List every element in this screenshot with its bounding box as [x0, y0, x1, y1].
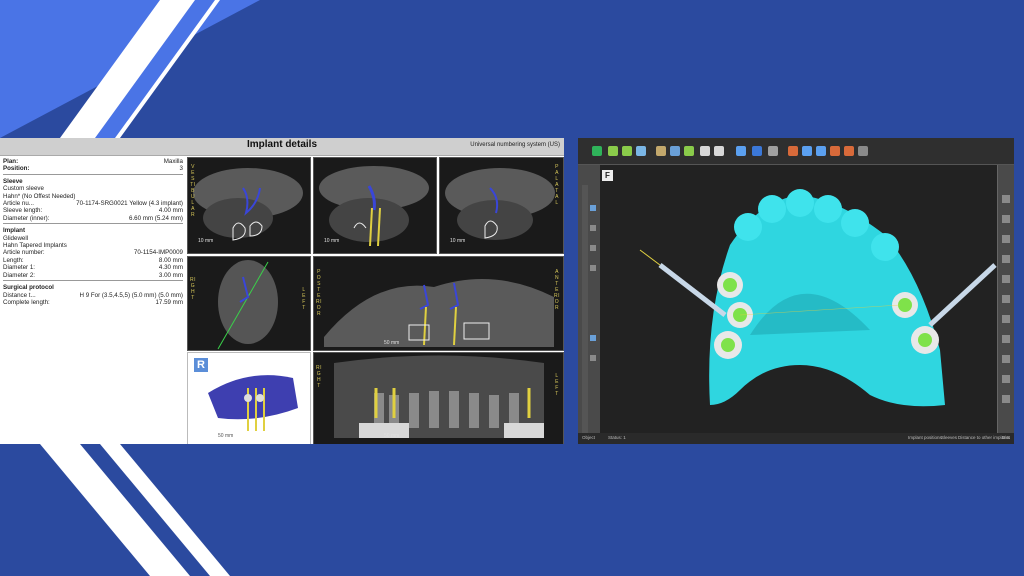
guide-tool-icon[interactable] — [684, 146, 694, 156]
status-count: Status: 1 — [608, 435, 626, 440]
ct-view-panoramic[interactable]: RIGHT LEFT 50 mm — [313, 352, 564, 444]
sleeve-heading: Sleeve — [3, 177, 23, 185]
teeth-tool-icon[interactable] — [608, 146, 618, 156]
toolbar — [578, 138, 1014, 165]
status-implant-positions[interactable]: Implant positions — [908, 435, 942, 440]
protocol-complete-row: Complete length: 17.59 mm — [3, 298, 183, 306]
divider — [3, 223, 183, 225]
ct-view-grid: VESTIBULAR 10 mm 10 mm PALATAL 10 mm RIG… — [187, 157, 564, 444]
plan-row: Plan: Maxilla — [3, 158, 183, 165]
label-right: RIGHT — [190, 277, 196, 301]
scale-label: 10 mm — [450, 238, 466, 244]
implant-manufacturer: Glidewell — [3, 234, 29, 242]
implant-details-window: Implant details Universal numbering syst… — [0, 138, 564, 444]
status-bar: Object Status: 1 Implant positions Sleev… — [578, 433, 1014, 444]
status-dist[interactable]: Dist — [1002, 435, 1010, 440]
side-toolbar-right — [997, 165, 1014, 444]
export-tool-icon[interactable] — [700, 146, 710, 156]
ct-view-right-left[interactable]: RIGHT LEFT — [187, 256, 311, 351]
undo-icon[interactable] — [844, 146, 854, 156]
3d-planning-window: F Object Status: 1 Implant positions Sle… — [578, 138, 1014, 444]
3d-viewport[interactable] — [600, 165, 998, 433]
panoramic-image — [334, 355, 544, 438]
right-tool-icons — [1002, 195, 1010, 403]
implant-length-row: Length: 8.00 mm — [3, 256, 183, 264]
ct-view-3d-render[interactable]: R 50 mm — [187, 352, 311, 444]
label-vestibular: VESTIBULAR — [190, 164, 196, 218]
angle-tool-icon[interactable] — [802, 146, 812, 156]
rotate-tool-icon[interactable] — [830, 146, 840, 156]
protocol-distance-row: Distance t... H 9 For (3.5,4.5,5) (5.0 mm… — [3, 291, 183, 299]
scale-label: 10 mm — [198, 238, 214, 244]
label-anterior: ANTERIOR — [554, 269, 560, 311]
teeth-tool-icon[interactable] — [622, 146, 632, 156]
view-tool-icon[interactable] — [816, 146, 826, 156]
divider — [3, 173, 183, 175]
maxilla-3d-model — [600, 165, 998, 433]
ct-view-palatal[interactable]: PALATAL 10 mm — [439, 157, 564, 254]
sleeve-diameter-row: Diameter (inner): 6.60 mm (5.24 mm) — [3, 214, 183, 222]
scale-label: 50 mm — [384, 433, 400, 439]
label-left: LEFT — [302, 287, 306, 311]
play-icon[interactable] — [592, 146, 602, 156]
label-right-pano: RIGHT — [316, 365, 322, 389]
sleeve-length-row: Sleeve length: 4.00 mm — [3, 207, 183, 215]
ct-view-posterior-anterior[interactable]: POSTERIOR ANTERIOR 50 mm — [313, 256, 564, 351]
print-tool-icon[interactable] — [714, 146, 724, 156]
implant-article-row: Article number: 70-1154-IMP0009 — [3, 249, 183, 257]
label-posterior: POSTERIOR — [316, 269, 322, 317]
sleeve-article-row: Article nu... 70-1174-SRG0021 Yellow (4.3… — [3, 200, 183, 208]
side-toolbar-left — [578, 165, 601, 444]
sleeve-brand: Hahn* (No Offest Needed) — [3, 192, 76, 200]
numbering-system-label: Universal numbering system (US) — [470, 142, 560, 148]
status-object: Object — [582, 435, 596, 440]
protocol-heading: Surgical protocol — [3, 284, 54, 292]
scale-label: 50 mm — [384, 340, 400, 346]
ct-view-center[interactable]: 10 mm — [313, 157, 437, 254]
sleeve-type: Custom sleeve — [3, 185, 44, 193]
status-sleeves[interactable]: Sleeves — [941, 435, 957, 440]
implant-model: Hahn Tapered Implants — [3, 242, 67, 250]
scale-label: 10 mm — [324, 238, 340, 244]
scan-tool-icon[interactable] — [636, 146, 646, 156]
details-panel: Plan: Maxilla Position: 3 Sleeve Custom sl… — [3, 158, 183, 306]
implant-d1-row: Diameter 1: 4.30 mm — [3, 264, 183, 272]
redo-icon[interactable] — [858, 146, 868, 156]
implant-d2-row: Diameter 2: 3.00 mm — [3, 271, 183, 279]
sleeve-tool-icon[interactable] — [670, 146, 680, 156]
implant-tool-icon[interactable] — [656, 146, 666, 156]
measure-tool-icon[interactable] — [788, 146, 798, 156]
side-tool-icons — [582, 185, 596, 435]
ct-view-vestibular[interactable]: VESTIBULAR 10 mm — [187, 157, 311, 254]
position-row: Position: 3 — [3, 165, 183, 173]
implant-heading: Implant — [3, 227, 26, 235]
window-header: Implant details Universal numbering syst… — [0, 138, 564, 156]
divider — [3, 280, 183, 282]
move-tool-icon[interactable] — [736, 146, 746, 156]
scale-label: 50 mm — [218, 433, 234, 439]
render-logo: R — [194, 358, 208, 372]
ct-slice-image — [217, 260, 278, 350]
label-palatal: PALATAL — [555, 164, 559, 206]
view-front-marker[interactable]: F — [602, 170, 613, 181]
grid-tool-icon[interactable] — [768, 146, 778, 156]
zoom-tool-icon[interactable] — [752, 146, 762, 156]
ct-slice-image — [324, 279, 554, 347]
label-left-pano: LEFT — [555, 373, 559, 397]
